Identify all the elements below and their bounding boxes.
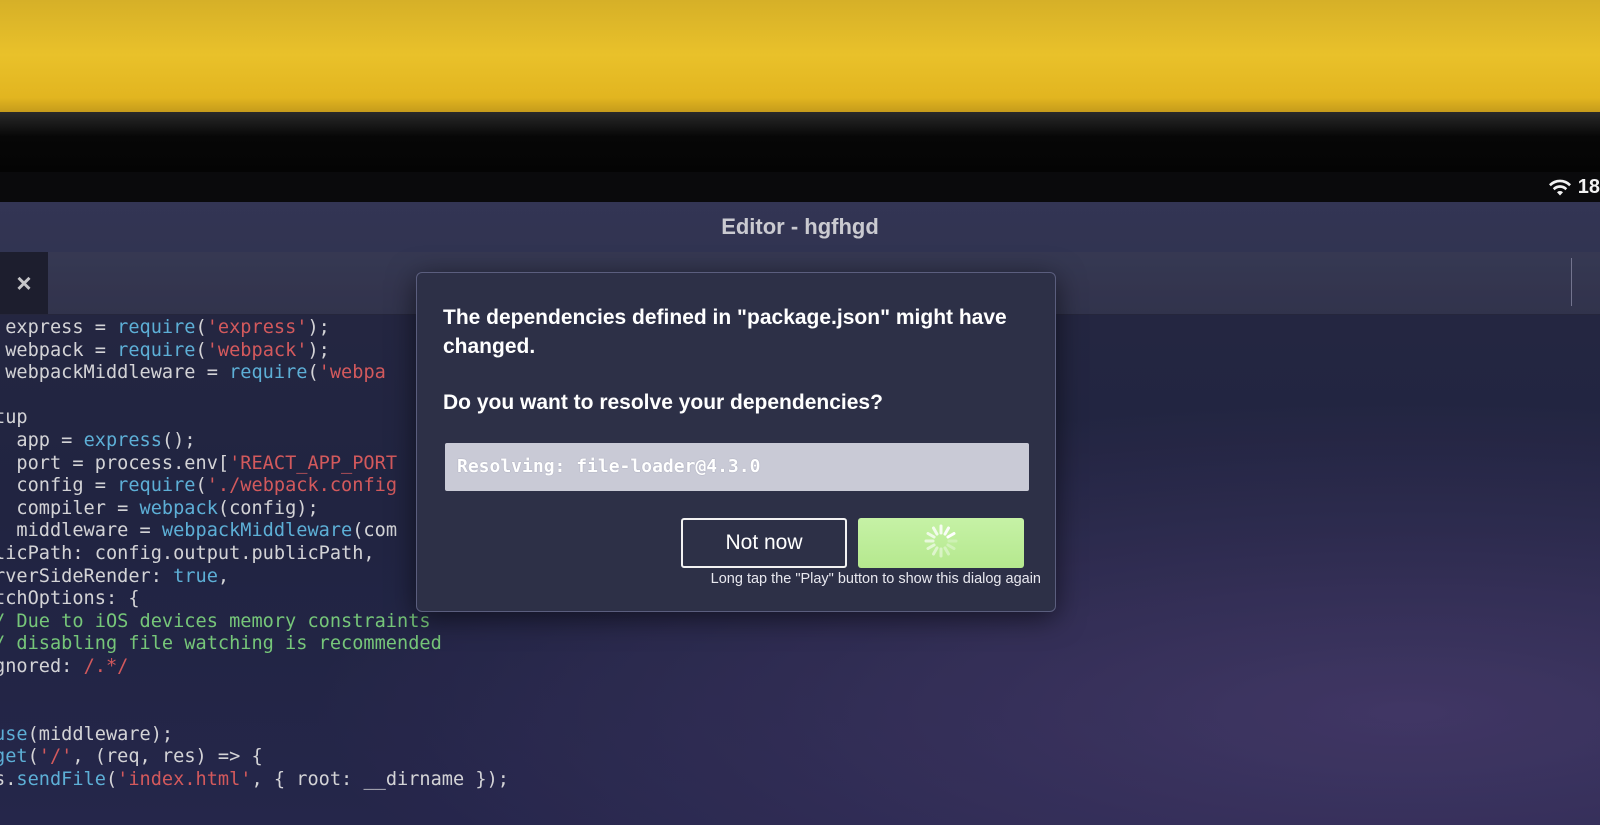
status-bar: 18: [0, 172, 1600, 202]
progress-text: Resolving: file-loader@4.3.0: [457, 456, 761, 477]
background-wall: [0, 0, 1600, 122]
spinner-segment: [932, 545, 939, 555]
status-right: 18: [1548, 176, 1600, 199]
wifi-icon: [1548, 179, 1572, 197]
dialog-hint: Long tap the "Play" button to show this …: [710, 571, 1041, 587]
device-bezel: [0, 112, 1600, 174]
resolve-button[interactable]: [858, 518, 1024, 568]
dialog-message: The dependencies defined in "package.jso…: [443, 306, 1007, 358]
spinner-segment: [926, 531, 936, 538]
spinner-segment: [943, 526, 950, 536]
dialog-question: Do you want to resolve your dependencies…: [443, 391, 883, 414]
spinner-icon: [923, 523, 959, 564]
spinner-segment: [946, 543, 956, 550]
not-now-button[interactable]: Not now: [681, 518, 847, 568]
resolving-progress: Resolving: file-loader@4.3.0: [445, 443, 1029, 491]
spinner-segment: [943, 545, 950, 555]
spinner-segment: [946, 531, 956, 538]
spinner-segment: [926, 543, 936, 550]
resolve-dependencies-dialog: The dependencies defined in "package.jso…: [416, 272, 1056, 612]
battery-percentage: 18: [1577, 176, 1600, 198]
spinner-segment: [932, 526, 939, 536]
